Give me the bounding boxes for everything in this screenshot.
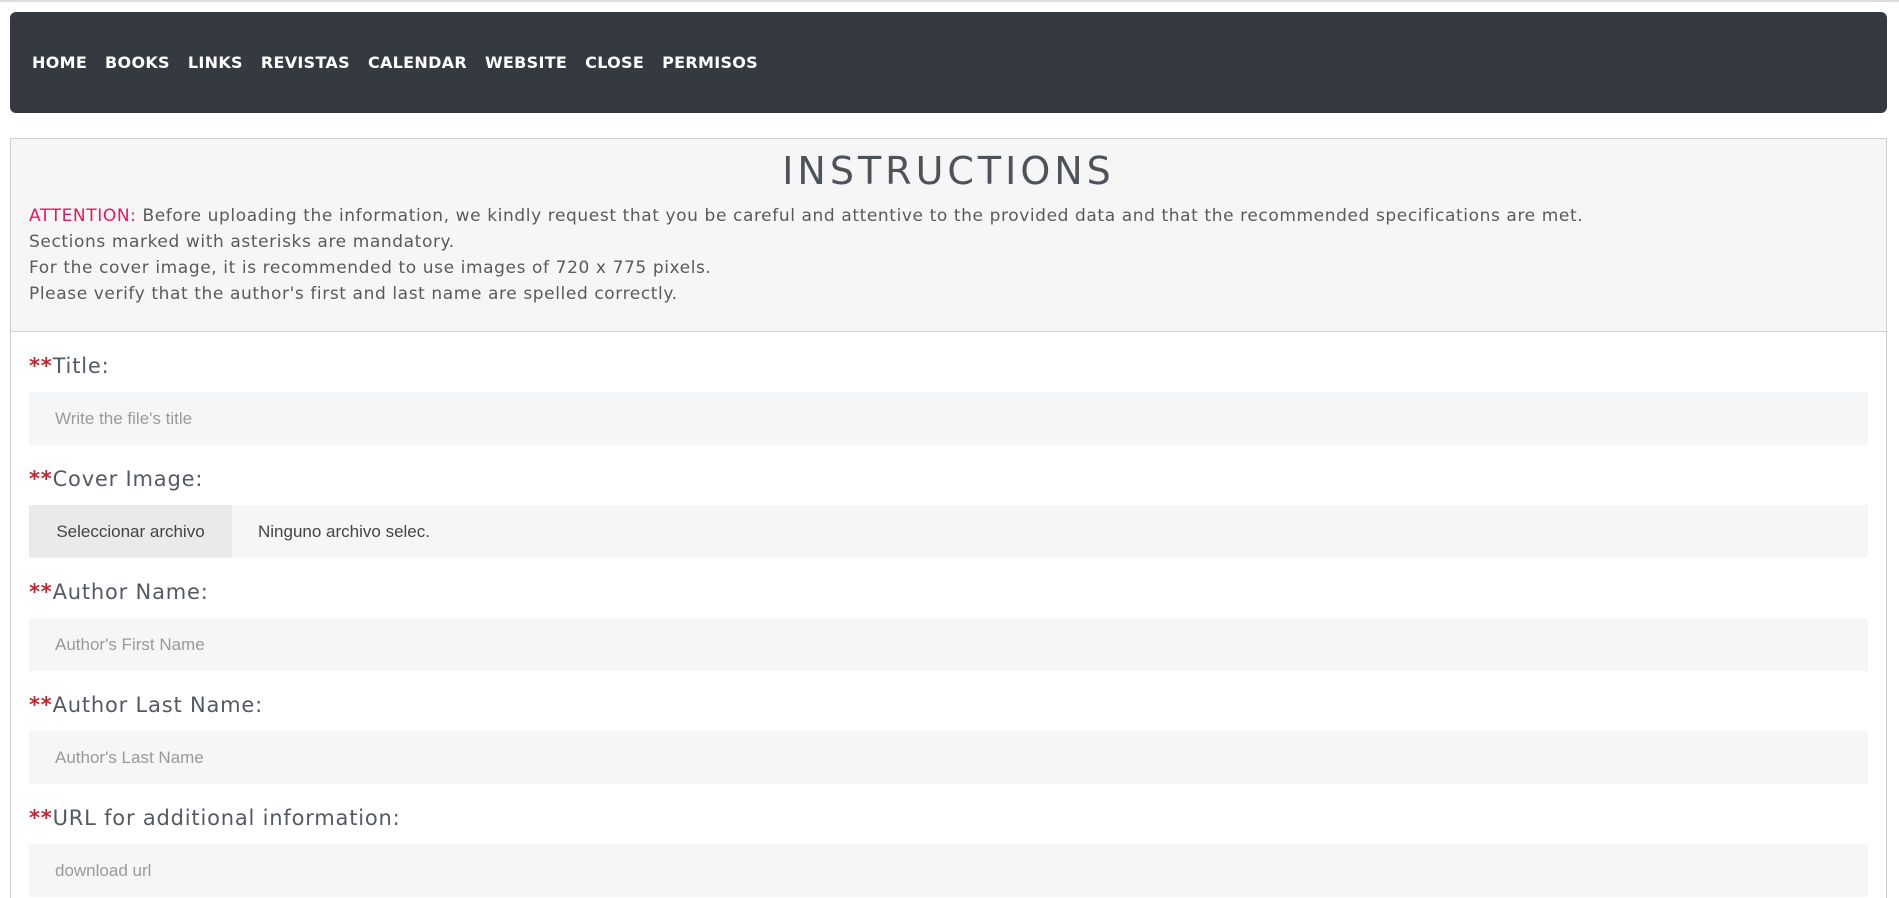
- top-border-line: [0, 0, 1899, 2]
- choose-file-button[interactable]: Seleccionar archivo: [29, 505, 232, 558]
- upload-form: **Title: **Cover Image: Seleccionar arch…: [11, 332, 1886, 897]
- top-navbar: HOME BOOKS LINKS REVISTAS CALENDAR WEBSI…: [10, 12, 1887, 113]
- nav-item-close[interactable]: CLOSE: [585, 53, 644, 72]
- nav-item-website[interactable]: WEBSITE: [485, 53, 567, 72]
- required-marker: **: [29, 806, 53, 830]
- nav-item-revistas[interactable]: REVISTAS: [261, 53, 350, 72]
- required-marker: **: [29, 467, 53, 491]
- instruction-line: Please verify that the author's first an…: [29, 284, 678, 304]
- attention-text: Before uploading the information, we kin…: [136, 206, 1584, 226]
- nav-item-calendar[interactable]: CALENDAR: [368, 53, 467, 72]
- file-status-text: Ninguno archivo selec.: [258, 521, 430, 541]
- author-last-name-input[interactable]: [29, 731, 1868, 784]
- url-label: **URL for additional information:: [29, 806, 401, 830]
- attention-label: ATTENTION:: [29, 206, 137, 226]
- cover-image-label: **Cover Image:: [29, 467, 204, 491]
- nav-item-links[interactable]: LINKS: [188, 53, 243, 72]
- author-last-name-label: **Author Last Name:: [29, 693, 264, 717]
- url-input[interactable]: [29, 844, 1868, 897]
- nav-item-books[interactable]: BOOKS: [105, 53, 170, 72]
- author-first-name-input[interactable]: [29, 618, 1868, 671]
- nav-item-home[interactable]: HOME: [32, 53, 87, 72]
- title-input[interactable]: [29, 392, 1868, 445]
- nav-item-permisos[interactable]: PERMISOS: [662, 53, 758, 72]
- upload-form-panel: INSTRUCTIONS ATTENTION: Before uploading…: [10, 138, 1887, 898]
- instruction-line: For the cover image, it is recommended t…: [29, 258, 712, 278]
- cover-image-file-input[interactable]: Seleccionar archivo Ninguno archivo sele…: [29, 505, 1868, 558]
- required-marker: **: [29, 580, 53, 604]
- attention-line: ATTENTION: Before uploading the informat…: [29, 203, 1868, 229]
- required-marker: **: [29, 693, 53, 717]
- title-label: **Title:: [29, 354, 110, 378]
- required-marker: **: [29, 354, 53, 378]
- instructions-title: INSTRUCTIONS: [782, 149, 1115, 193]
- instruction-line: Sections marked with asterisks are manda…: [29, 232, 455, 252]
- instructions-section: INSTRUCTIONS ATTENTION: Before uploading…: [11, 139, 1886, 332]
- author-name-label: **Author Name:: [29, 580, 209, 604]
